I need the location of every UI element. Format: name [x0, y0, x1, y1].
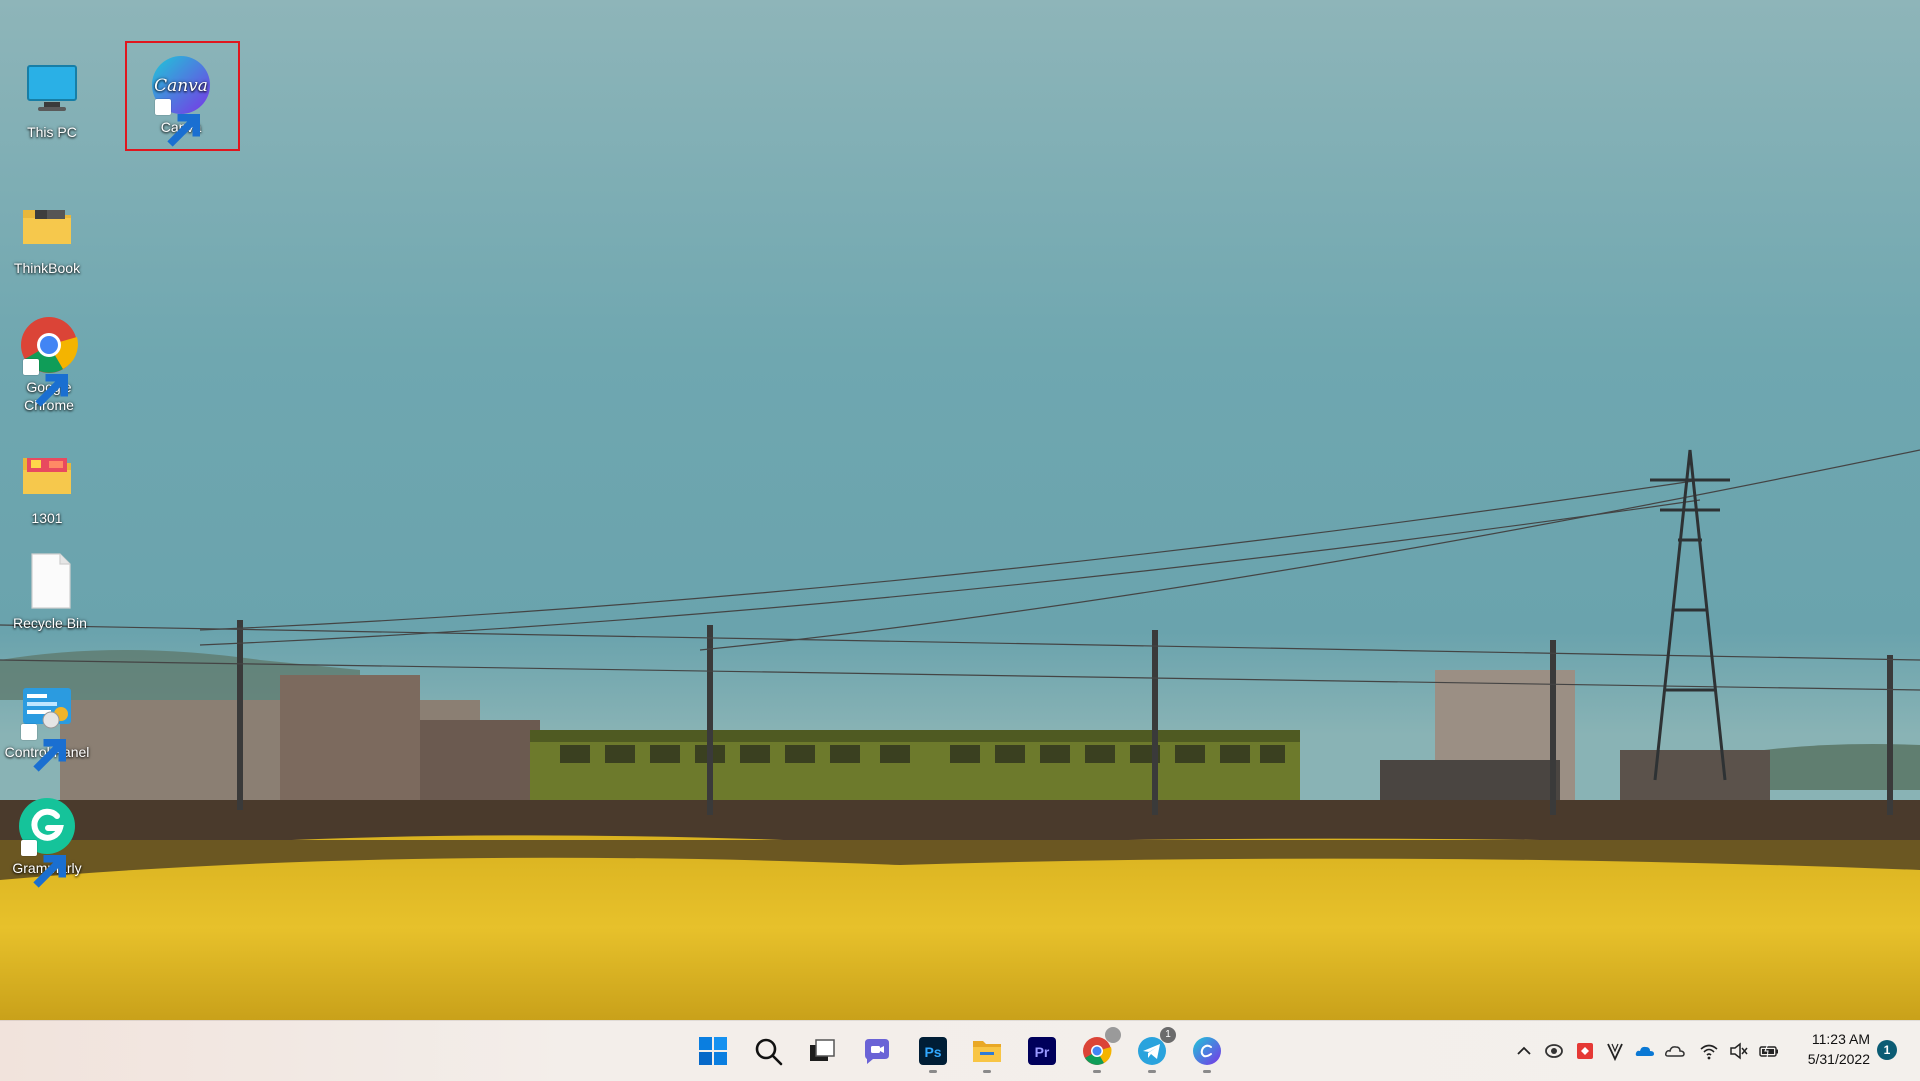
tray-v-button[interactable] [1604, 1041, 1626, 1061]
windows-start-icon [699, 1037, 727, 1065]
canva-icon [1193, 1037, 1221, 1065]
photoshop-icon: Ps [919, 1037, 947, 1065]
task-view-button[interactable] [802, 1031, 842, 1071]
tray-onedrive-button[interactable] [1634, 1041, 1656, 1061]
desktop-icon-1301[interactable]: 1301 [0, 446, 97, 527]
monitor-icon [22, 60, 82, 120]
running-indicator [929, 1070, 937, 1073]
shortcut-arrow-icon [23, 359, 68, 407]
taskbar-app-chrome[interactable] [1077, 1027, 1121, 1073]
tray-app-icon [1545, 1044, 1563, 1058]
onedrive-icon [1635, 1046, 1654, 1056]
task-view-icon [810, 1039, 835, 1061]
recycle-bin-icon [20, 551, 80, 611]
desktop-icon-thinkbook[interactable]: ThinkBook [0, 196, 97, 277]
desktop-icon-grammarly[interactable]: Grammarly [0, 796, 97, 888]
taskbar-app-photoshop[interactable]: Ps [913, 1031, 953, 1073]
desktop-wallpaper [0, 0, 1920, 1020]
search-button[interactable] [748, 1031, 788, 1071]
desktop-icon-google-chrome[interactable]: Google Chrome [0, 315, 99, 414]
unread-badge: 1 [1160, 1027, 1176, 1043]
taskbar-app-telegram[interactable]: 1 [1132, 1027, 1176, 1073]
taskbar-app-canva[interactable] [1187, 1031, 1227, 1073]
v-icon [1607, 1043, 1623, 1061]
teams-chat-icon [865, 1039, 889, 1064]
running-indicator [1148, 1070, 1156, 1073]
premiere-pro-icon: Pr [1028, 1037, 1056, 1065]
clock-date: 5/31/2022 [1807, 1051, 1870, 1067]
profile-badge-icon [1105, 1027, 1121, 1043]
tray-app-button[interactable] [1543, 1041, 1565, 1061]
desktop-icon-label: 1301 [31, 510, 63, 526]
desktop-icon-control-panel[interactable]: Control Panel [0, 680, 97, 772]
shortcut-arrow-icon [155, 99, 200, 147]
canva-icon-text: Canva [154, 76, 208, 96]
cloud-icon [1665, 1046, 1685, 1057]
taskbar-app-file-explorer[interactable] [967, 1031, 1007, 1073]
folder-icon [17, 446, 77, 506]
taskbar: Ps Pr 1 [0, 1020, 1920, 1081]
control-panel-icon [17, 680, 77, 772]
taskbar-clock[interactable]: 11:23 AM 5/31/2022 [1790, 1029, 1870, 1069]
desktop-icon-label: This PC [27, 124, 77, 140]
tray-overflow-button[interactable] [1513, 1041, 1535, 1061]
tray-red-app-icon [1577, 1043, 1593, 1059]
running-indicator [1203, 1070, 1211, 1073]
start-button[interactable] [693, 1031, 733, 1071]
photoshop-icon-text: Ps [924, 1044, 941, 1060]
desktop-icon-this-pc[interactable]: This PC [2, 60, 102, 141]
volume-muted-icon [1730, 1042, 1748, 1060]
tray-wifi-button[interactable] [1698, 1041, 1720, 1061]
file-explorer-icon [973, 1041, 1001, 1062]
clock-time: 11:23 AM [1811, 1031, 1870, 1047]
search-icon [755, 1038, 783, 1066]
canva-icon: Canva [151, 55, 211, 147]
tray-battery-button[interactable] [1758, 1041, 1780, 1061]
tray-red-app-button[interactable] [1574, 1041, 1596, 1061]
desktop-icon-label: ThinkBook [13, 260, 81, 276]
folder-icon [17, 196, 77, 256]
chat-button[interactable] [857, 1031, 897, 1071]
grammarly-icon [17, 796, 77, 888]
shortcut-arrow-icon [21, 840, 66, 888]
desktop-icon-canva[interactable]: Canva Canva [131, 55, 231, 147]
chrome-icon [19, 315, 79, 407]
chevron-up-icon [1517, 1046, 1531, 1055]
desktop-icon-label: Recycle Bin [13, 615, 87, 631]
tray-cloud-button[interactable] [1664, 1041, 1686, 1061]
wifi-icon [1700, 1044, 1718, 1060]
desktop-icon-recycle-bin[interactable]: Recycle Bin [0, 551, 100, 632]
running-indicator [1093, 1070, 1101, 1073]
shortcut-arrow-icon [21, 724, 66, 772]
taskbar-app-premiere[interactable]: Pr [1022, 1031, 1062, 1071]
running-indicator [983, 1070, 991, 1073]
notification-center-badge[interactable]: 1 [1877, 1040, 1897, 1060]
tray-volume-button[interactable] [1728, 1041, 1750, 1061]
battery-icon [1759, 1043, 1778, 1059]
premiere-icon-text: Pr [1035, 1044, 1050, 1060]
